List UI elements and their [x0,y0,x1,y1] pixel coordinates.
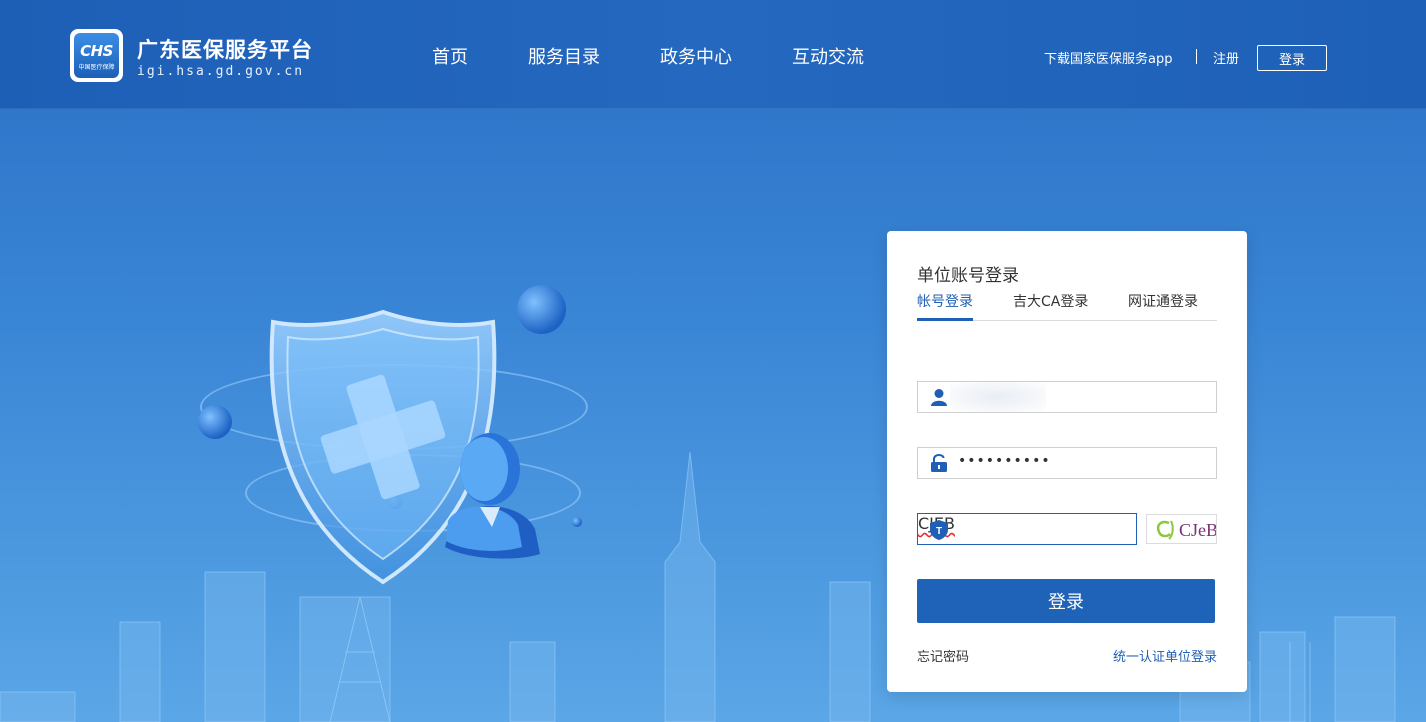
logo-badge: CHS 中国医疗保障 [74,33,119,78]
password-field[interactable]: •••••••••• [917,447,1217,479]
user-icon [931,389,947,406]
captcha-input[interactable]: T CJEB [917,513,1137,545]
svg-text:T: T [936,526,942,537]
captcha-image[interactable]: CJeB [1146,514,1218,544]
nav-interaction[interactable]: 互动交流 [792,43,864,69]
username-masked-value [950,382,1046,412]
nav-home[interactable]: 首页 [432,43,468,69]
login-card-title: 单位账号登录 [917,266,1019,286]
unified-auth-login-link[interactable]: 统一认证单位登录 [1113,646,1217,665]
captcha-image-text: CJeB [1179,520,1216,540]
forgot-password-link[interactable]: 忘记密码 [917,646,969,665]
shield-t-icon: T [930,520,948,540]
login-submit-button[interactable]: 登录 [917,579,1215,623]
login-tabs: 帐号登录 吉大CA登录 网证通登录 [917,291,1217,321]
captcha-value: CJEB [918,514,1136,533]
header-divider [1196,49,1197,64]
hero-illustration [0,109,1396,722]
top-header: CHS 中国医疗保障 广东医保服务平台 igi.hsa.gd.gov.cn 首页… [0,0,1426,109]
user-figure-icon [445,433,540,559]
lock-icon [931,454,947,472]
download-app-link[interactable]: 下载国家医保服务app [1044,48,1172,67]
tab-account-login[interactable]: 帐号登录 [917,291,973,321]
sphere-decoration-left [198,405,232,439]
logo-chs-text: CHS [80,42,113,60]
register-link[interactable]: 注册 [1213,48,1239,67]
nav-service-directory[interactable]: 服务目录 [528,43,600,69]
header-login-button[interactable]: 登录 [1257,45,1327,71]
sphere-decoration-large [517,285,566,334]
sphere-decoration-tiny [572,517,582,527]
tab-jida-ca-login[interactable]: 吉大CA登录 [1013,291,1088,321]
username-field[interactable] [917,381,1217,413]
nav-government-center[interactable]: 政务中心 [660,43,732,69]
site-title[interactable]: 广东医保服务平台 [137,34,313,64]
tab-wangzhengtong-login[interactable]: 网证通登录 [1128,291,1198,321]
login-card: 单位账号登录 帐号登录 吉大CA登录 网证通登录 •••••••••• T CJ… [887,231,1247,692]
password-value: •••••••••• [958,453,1051,469]
site-url: igi.hsa.gd.gov.cn [137,64,305,79]
site-logo[interactable]: CHS 中国医疗保障 [70,29,123,82]
logo-subtext: 中国医疗保障 [78,64,115,71]
